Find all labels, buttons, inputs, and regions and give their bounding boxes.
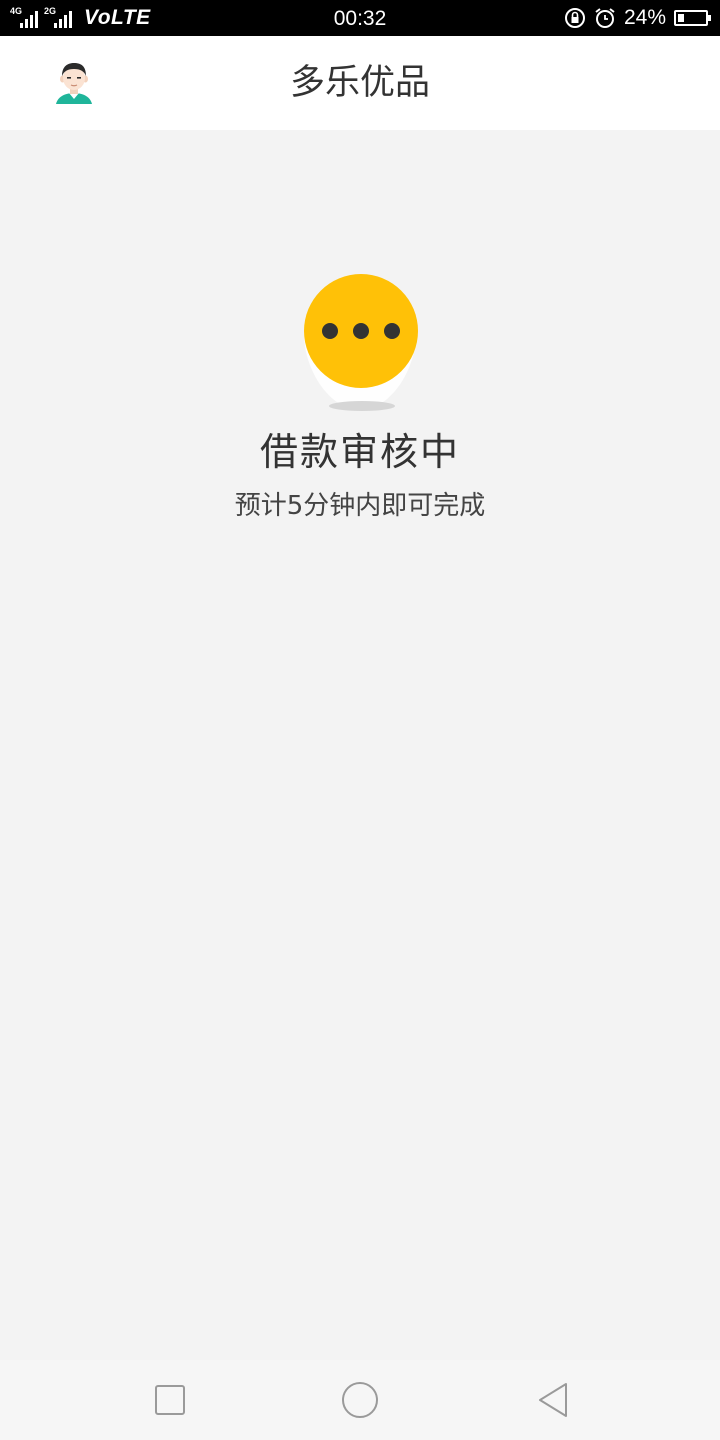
battery-percent: 24% — [623, 6, 666, 29]
alarm-icon — [594, 7, 616, 29]
battery-icon — [674, 10, 711, 26]
status-bar: 4G 2G VoLTE 00:32 24% — [0, 0, 720, 36]
home-icon[interactable] — [340, 1380, 380, 1420]
user-avatar-icon[interactable] — [50, 60, 98, 108]
back-icon[interactable] — [534, 1380, 574, 1420]
review-status-subtitle: 预计5分钟内即可完成 — [234, 491, 486, 521]
system-nav-bar — [0, 1360, 720, 1440]
app-bar: 多乐优品 — [0, 36, 720, 130]
status-bar-right: 24% — [564, 0, 711, 36]
pending-dots-icon — [290, 262, 430, 422]
page-title: 多乐优品 — [289, 63, 430, 103]
recent-apps-icon[interactable] — [150, 1380, 190, 1420]
rotation-lock-icon — [564, 7, 586, 29]
review-status-title: 借款审核中 — [259, 430, 460, 474]
